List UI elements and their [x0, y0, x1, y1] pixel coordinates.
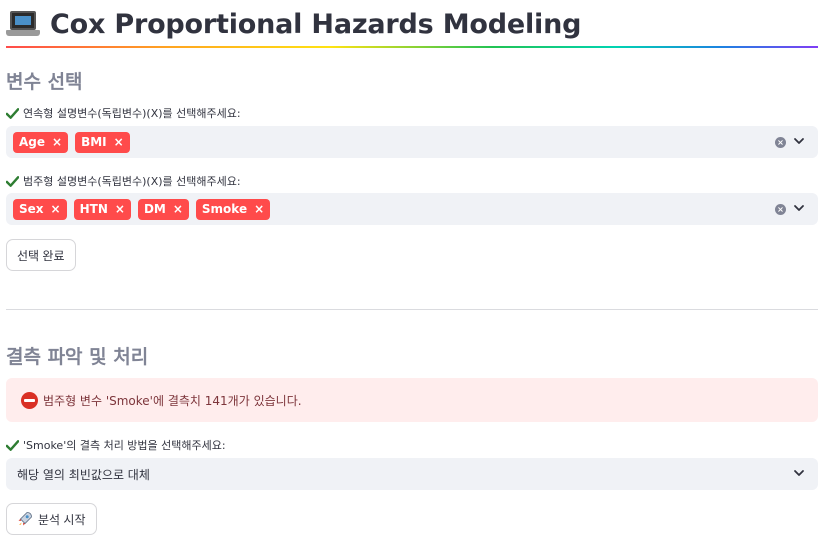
clear-icon[interactable]: ×	[775, 204, 786, 215]
missing-section-heading: 결측 파악 및 처리	[6, 346, 149, 368]
remove-tag-icon[interactable]: ×	[52, 135, 62, 149]
no-entry-icon	[21, 391, 38, 409]
missing-alert: 범주형 변수 'Smoke'에 결측치 141개가 있습니다.	[6, 378, 818, 422]
remove-tag-icon[interactable]: ×	[51, 202, 61, 216]
categorical-multiselect[interactable]: Sex × HTN × DM × Smoke × ×	[6, 193, 818, 225]
remove-tag-icon[interactable]: ×	[114, 135, 124, 149]
method-label-text: 'Smoke'의 결측 처리 방법을 선택해주세요:	[23, 439, 226, 452]
confirm-selection-button[interactable]: 선택 완료	[6, 239, 76, 271]
title-divider	[6, 46, 818, 48]
continuous-label-text: 연속형 설명변수(독립변수)(X)를 선택해주세요:	[23, 107, 241, 120]
selected-tag[interactable]: Age ×	[13, 131, 69, 153]
selected-tag[interactable]: DM ×	[137, 198, 189, 220]
missing-alert-text: 범주형 변수 'Smoke'에 결측치 141개가 있습니다.	[43, 393, 302, 408]
selected-tag[interactable]: HTN ×	[73, 198, 131, 220]
laptop-icon	[6, 9, 40, 39]
chevron-down-icon[interactable]	[792, 466, 806, 480]
run-analysis-button[interactable]: 분석 시작	[6, 503, 97, 535]
clear-icon[interactable]: ×	[775, 137, 786, 148]
page-title: Cox Proportional Hazards Modeling	[50, 8, 582, 40]
selected-tag[interactable]: BMI ×	[75, 131, 130, 153]
remove-tag-icon[interactable]: ×	[115, 202, 125, 216]
section-divider	[6, 309, 818, 310]
missing-method-select[interactable]: 해당 열의 최빈값으로 대체	[6, 458, 818, 490]
categorical-label: 범주형 설명변수(독립변수)(X)를 선택해주세요:	[6, 173, 241, 189]
tag-label: Sex	[19, 202, 44, 216]
tag-label: HTN	[79, 202, 108, 216]
continuous-multiselect[interactable]: Age × BMI × ×	[6, 126, 818, 158]
tag-label: BMI	[81, 135, 107, 149]
tag-label: DM	[143, 202, 166, 216]
remove-tag-icon[interactable]: ×	[254, 202, 264, 216]
categorical-label-text: 범주형 설명변수(독립변수)(X)를 선택해주세요:	[23, 175, 241, 188]
selected-tag[interactable]: Sex ×	[13, 198, 67, 220]
variable-section-heading: 변수 선택	[6, 71, 83, 93]
remove-tag-icon[interactable]: ×	[173, 202, 183, 216]
check-icon	[6, 439, 19, 451]
tag-label: Smoke	[201, 202, 248, 216]
chevron-down-icon[interactable]	[792, 201, 806, 215]
selected-tag[interactable]: Smoke ×	[195, 198, 271, 220]
tag-label: Age	[19, 135, 46, 149]
check-icon	[6, 175, 19, 187]
continuous-label: 연속형 설명변수(독립변수)(X)를 선택해주세요:	[6, 105, 241, 121]
run-analysis-label: 분석 시작	[38, 512, 86, 527]
method-label: 'Smoke'의 결측 처리 방법을 선택해주세요:	[6, 437, 226, 453]
check-icon	[6, 107, 19, 119]
rocket-icon	[18, 512, 32, 526]
chevron-down-icon[interactable]	[792, 134, 806, 148]
missing-method-value: 해당 열의 최빈값으로 대체	[17, 467, 150, 482]
page-header: Cox Proportional Hazards Modeling	[6, 4, 581, 44]
